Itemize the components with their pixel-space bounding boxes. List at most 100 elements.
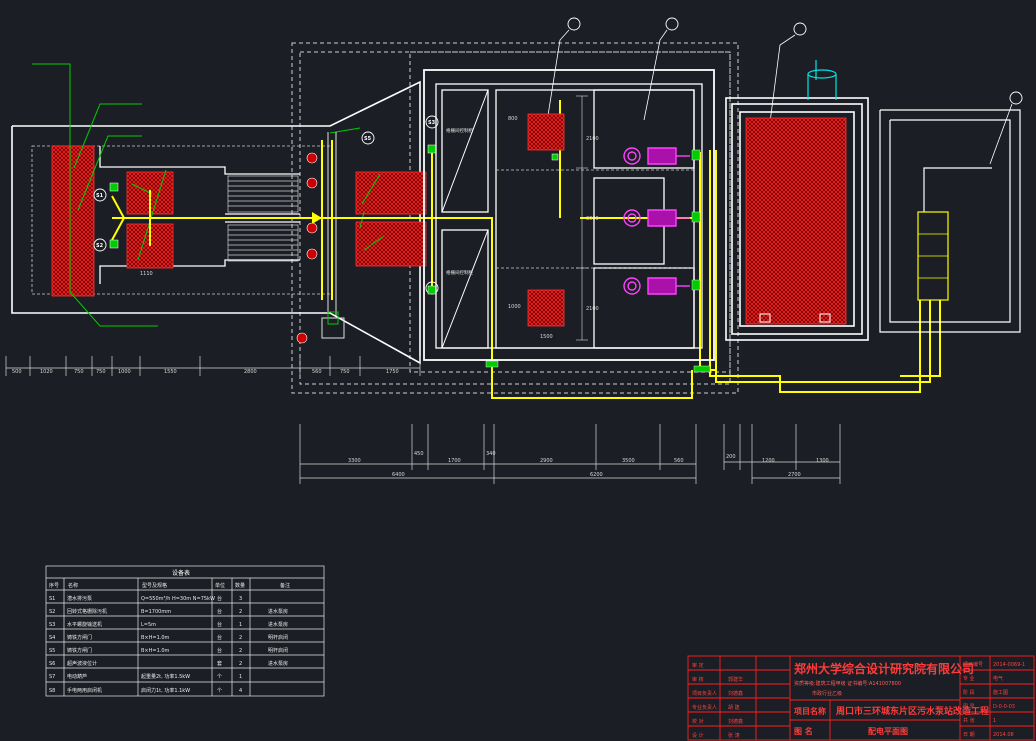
table-cell: S8 bbox=[49, 688, 55, 694]
table-cell: 2 bbox=[239, 661, 242, 667]
dim-text: 3000 bbox=[586, 216, 599, 222]
table-cell: 潜水排污泵 bbox=[67, 595, 92, 602]
table-cell: 进水泵房 bbox=[268, 608, 288, 615]
qualification-line-2: 市政行业乙级 bbox=[812, 690, 842, 697]
dim-text: 2100 bbox=[586, 306, 599, 312]
equipment-panel-left bbox=[51, 145, 95, 297]
signature-role: 专业负责人 bbox=[692, 704, 717, 711]
dim-text: 3300 bbox=[348, 458, 361, 464]
table-cell: 台 bbox=[217, 595, 222, 602]
dim-text: 200 bbox=[726, 454, 736, 460]
meta-label: 日 期 bbox=[963, 732, 975, 738]
dim-text: 800 bbox=[508, 116, 518, 122]
dim-text: 560 bbox=[674, 458, 684, 464]
room-label-upper: 格栅间控制柜 bbox=[446, 127, 473, 134]
dim-text: 500 bbox=[12, 369, 22, 375]
table-cell: 明杆启闭 bbox=[268, 647, 288, 654]
control-cabinet-upper bbox=[527, 113, 565, 151]
equipment-table-rows: S1 潜水排污泵 Q=550m³/h H=30m N=75kW 台 3S2 回转式格栅除污… bbox=[49, 595, 288, 694]
dim-text: 2100 bbox=[586, 136, 599, 142]
table-cell: L=5m bbox=[141, 622, 156, 628]
dim-text: 1550 bbox=[164, 369, 177, 375]
table-cell: 4 bbox=[239, 688, 242, 694]
dim-text: 1700 bbox=[448, 458, 461, 464]
dim-text: 750 bbox=[96, 369, 106, 375]
tank-pipe bbox=[807, 60, 837, 100]
table-cell: B×H=1.0m bbox=[141, 635, 170, 641]
dim-text: 2800 bbox=[244, 369, 257, 375]
room-label-lower: 格栅间控制柜 bbox=[446, 269, 473, 276]
table-header: 数量 bbox=[235, 582, 245, 589]
signature-role: 校 对 bbox=[692, 718, 704, 725]
table-cell: B=1700mm bbox=[141, 609, 171, 615]
signature-name: 胡 建 bbox=[728, 704, 740, 711]
meta-value: 2014.08 bbox=[993, 732, 1014, 738]
table-cell: Q=550m³/h H=30m N=75kW bbox=[141, 596, 215, 602]
dim-text: 450 bbox=[414, 451, 424, 457]
table-cell: S3 bbox=[49, 622, 55, 628]
dim-text: 1500 bbox=[540, 334, 553, 340]
table-cell: 铸铁方闸门 bbox=[67, 647, 92, 654]
table-cell: 台 bbox=[217, 608, 222, 615]
dim-text: 560 bbox=[312, 369, 322, 375]
dim-text: 1000 bbox=[508, 304, 521, 310]
table-cell: 2 bbox=[239, 648, 242, 654]
callout-label: S1 bbox=[96, 193, 104, 199]
table-cell: 台 bbox=[217, 621, 222, 628]
table-cell: 台 bbox=[217, 647, 222, 654]
table-header: 单位 bbox=[215, 582, 225, 589]
table-cell: S2 bbox=[49, 609, 55, 615]
table-cell: B×H=1.0m bbox=[141, 648, 170, 654]
callout-label: S3 bbox=[428, 120, 436, 126]
bar-screen-lower bbox=[227, 224, 299, 262]
table-cell: 起重量2t, 功率1.5kW bbox=[141, 673, 190, 680]
qualification-line: 资质等级:建筑工程甲级 证书编号:A141007800 bbox=[794, 680, 901, 687]
pump-junctions bbox=[485, 149, 711, 373]
table-cell: S5 bbox=[49, 648, 55, 654]
signature-name: 郭建华 bbox=[728, 676, 743, 683]
table-cell: 电动葫芦 bbox=[67, 673, 87, 680]
signature-name: 刘德鑫 bbox=[728, 718, 743, 725]
table-cell: 启闭力1t, 功率1.1kW bbox=[141, 687, 190, 694]
table-cell: 进水泵房 bbox=[268, 621, 288, 628]
distribution-plan-drawing: S1 S2 S3 S4 S5 bbox=[5, 17, 1035, 741]
table-cell: 个 bbox=[217, 674, 222, 680]
meta-value: 电气 bbox=[993, 675, 1003, 682]
meta-value: 1 bbox=[993, 718, 996, 724]
table-cell: 1 bbox=[239, 674, 242, 680]
table-cell: 明杆启闭 bbox=[268, 634, 288, 641]
table-cell: 手电两用启闭机 bbox=[67, 687, 102, 694]
table-cell: 套 bbox=[217, 660, 222, 667]
dim-text: 1110 bbox=[140, 271, 153, 277]
table-header: 型号及规格 bbox=[142, 582, 167, 589]
meta-label: 共 张 bbox=[963, 717, 975, 724]
pump-3 bbox=[623, 277, 690, 295]
signature-role: 审 核 bbox=[692, 676, 704, 683]
control-cabinet-lower bbox=[527, 289, 565, 327]
table-cell: 2 bbox=[239, 635, 242, 641]
table-cell: S1 bbox=[49, 596, 55, 602]
table-header: 备注 bbox=[280, 582, 290, 589]
drawing-name: 配电平面图 bbox=[868, 726, 908, 736]
hoist-box bbox=[321, 317, 345, 339]
dim-text: 1750 bbox=[386, 369, 399, 375]
meta-label: 专 业 bbox=[963, 675, 975, 682]
dim-text: 1200 bbox=[762, 458, 775, 464]
dim-text: 3500 bbox=[622, 458, 635, 464]
dim-text: 2900 bbox=[540, 458, 553, 464]
dim-text: 1000 bbox=[118, 369, 131, 375]
equipment-screen-upper bbox=[355, 171, 427, 215]
transformer-room bbox=[879, 109, 1021, 333]
signature-role: 设 计 bbox=[692, 732, 704, 739]
equipment-table-title: 设备表 bbox=[172, 569, 190, 577]
signature-role: 项目负责人 bbox=[692, 690, 717, 697]
table-cell: S7 bbox=[49, 674, 55, 680]
table-header: 名称 bbox=[68, 582, 78, 589]
drawing-name-label: 图 名 bbox=[794, 726, 813, 736]
table-cell: 1 bbox=[239, 622, 242, 628]
meta-label: 阶 段 bbox=[963, 689, 975, 696]
table-cell: 2 bbox=[239, 609, 242, 615]
signature-name: 张 涛 bbox=[728, 732, 740, 739]
pump-1 bbox=[623, 147, 690, 165]
table-cell: 个 bbox=[217, 688, 222, 694]
